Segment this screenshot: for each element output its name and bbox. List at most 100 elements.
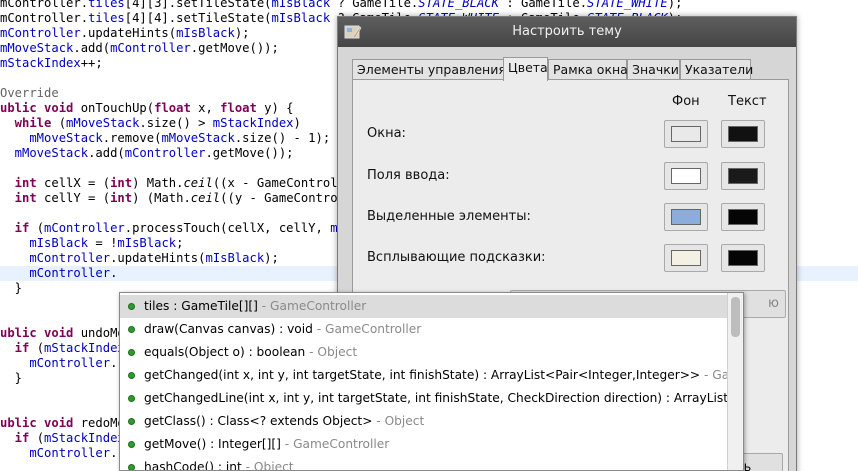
code-token: . [110,356,118,370]
code-token: if [0,341,37,355]
code-token: mController [0,251,111,265]
tab-colors[interactable]: Цвета [503,57,548,81]
input-fields-label: Поля ввода: [367,168,450,183]
code-line[interactable]: Override [0,86,59,101]
code-token: ? GameTile. [330,0,419,10]
tab-icons[interactable]: Значки [627,59,680,80]
completion-signature: getChangedLine(int x, int y, int targetS… [144,391,727,405]
code-line[interactable]: mMoveStack.remove(mMoveStack.size() - 1)… [0,131,330,146]
code-token: ublic [0,326,45,340]
tooltips-text-color-button[interactable] [721,244,765,272]
code-line[interactable]: mController. [0,446,117,461]
code-token: mStackIndex [44,341,125,355]
code-line[interactable]: ublic void undoMo [0,326,125,341]
color-swatch [671,250,701,266]
tab-controls[interactable]: Элементы управления [352,59,506,80]
completion-text: getClass() : Class<? extends Object> - O… [144,410,424,433]
code-line[interactable]: ublic void redoMo [0,416,125,431]
code-token: mController [124,146,206,160]
code-token: mController [0,26,81,40]
assist-scrollbar[interactable] [727,293,743,470]
public-member-icon [128,441,135,448]
code-line[interactable]: if (mStackIndex [0,431,125,446]
code-line[interactable]: mMoveStack.add(mController.getMove()); [0,41,279,56]
completion-owner: - GameController [257,299,367,313]
color-swatch [728,209,758,225]
code-line[interactable]: ublic void onTouchUp(float x, float y) { [0,101,294,116]
code-token: STATE_BLACK [418,0,499,10]
completion-owner: - GameController [280,437,390,451]
code-token: ; [176,236,184,250]
code-line[interactable]: if (mController.processTouch(cellX, cell… [0,221,353,236]
code-token: mIsBlack [205,251,265,265]
code-token: ) [293,116,301,130]
completion-signature: hashCode() : int [144,460,242,471]
tab-window-border[interactable]: Рамка окна [548,59,628,80]
windows-background-color-button[interactable] [664,120,708,148]
completion-signature: getChanged(int x, int y, int targetState… [144,368,701,382]
code-line[interactable]: } [0,371,22,386]
tab-label: Цвета [508,60,548,75]
color-swatch [671,168,701,184]
input-fields-background-color-button[interactable] [664,162,708,190]
code-token: STATE_WHITE [587,0,668,10]
completion-item[interactable]: hashCode() : int - Object [120,456,727,471]
selected-items-background-color-button[interactable] [664,203,708,231]
code-token: .remove( [102,131,162,145]
completion-text: equals(Object o) : boolean - Object [144,341,357,364]
code-token: ( [36,221,45,235]
code-token: int [0,176,45,190]
tooltips-background-color-button[interactable] [664,244,708,272]
completion-item[interactable]: getMove() : Integer[][] - GameController [120,433,727,456]
code-token: void [44,326,81,340]
code-token: mController. [0,0,89,10]
code-token: mMoveStack [66,116,140,130]
public-member-icon [128,303,135,310]
code-token: float [154,101,199,115]
code-line[interactable]: mMoveStack.add(mController.getMove()); [0,146,294,161]
completion-item[interactable]: tiles : GameTile[][] - GameController [120,295,727,318]
code-line[interactable]: mIsBlack = !mIsBlack; [0,236,183,251]
code-token: ) (Math. [132,191,191,205]
tab-label: Значки [632,62,679,77]
code-line[interactable]: } [0,281,22,296]
completion-item[interactable]: getChanged(int x, int y, int targetState… [120,364,727,387]
code-line[interactable]: mStackIndex++; [0,56,103,71]
code-token: [4][3].setTileState( [124,0,272,10]
code-line[interactable]: mController.updateHints(mIsBlack); [0,251,279,266]
code-line[interactable]: int cellY = (int) (Math.ceil((y - GameCo… [0,191,353,206]
code-token: .processTouch(cellX, cellY, [124,221,331,235]
code-token: mIsBlack [271,0,331,10]
background-column-header: Фон [672,94,700,109]
windows-text-color-button[interactable] [721,120,765,148]
color-swatch [671,209,701,225]
code-token: ( [36,431,45,445]
code-line[interactable]: int cellX = (int) Math.ceil((x - GameCon… [0,176,353,191]
selected-items-text-color-button[interactable] [721,203,765,231]
code-line[interactable]: mController.updateHints(mIsBlack); [0,26,250,41]
code-token: ( [58,116,67,130]
code-token: mIsBlack [271,11,331,25]
code-token: tiles [88,11,125,25]
tab-pointers[interactable]: Указатели [680,59,753,80]
code-token: ((x - GameControlle [212,176,353,190]
code-token: ublic [0,101,45,115]
color-swatch [671,126,701,142]
code-token: ceil [183,176,213,190]
code-line[interactable]: mController.tiles[4][3].setTileState(mIs… [0,0,682,11]
input-fields-text-color-button[interactable] [721,162,765,190]
completion-item[interactable]: draw(Canvas canvas) : void - GameControl… [120,318,727,341]
completion-item[interactable]: getClass() : Class<? extends Object> - O… [120,410,727,433]
dialog-titlebar[interactable]: Настроить тему [338,17,796,47]
completion-signature: getClass() : Class<? extends Object> [144,414,373,428]
completion-item[interactable]: equals(Object o) : boolean - Object [120,341,727,364]
code-token: ( [36,341,45,355]
code-token: .getMove()); [205,146,294,160]
code-line[interactable]: if (mStackIndex [0,341,125,356]
code-token: mMoveStack [161,131,235,145]
completion-item[interactable]: getChangedLine(int x, int y, int targetS… [120,387,727,410]
content-assist-popup: tiles : GameTile[][] - GameController dra… [119,292,744,471]
code-line[interactable]: while (mMoveStack.size() > mStackIndex) [0,116,301,131]
code-line[interactable]: mController. [0,356,117,371]
assist-scrollbar-thumb[interactable] [731,297,740,337]
